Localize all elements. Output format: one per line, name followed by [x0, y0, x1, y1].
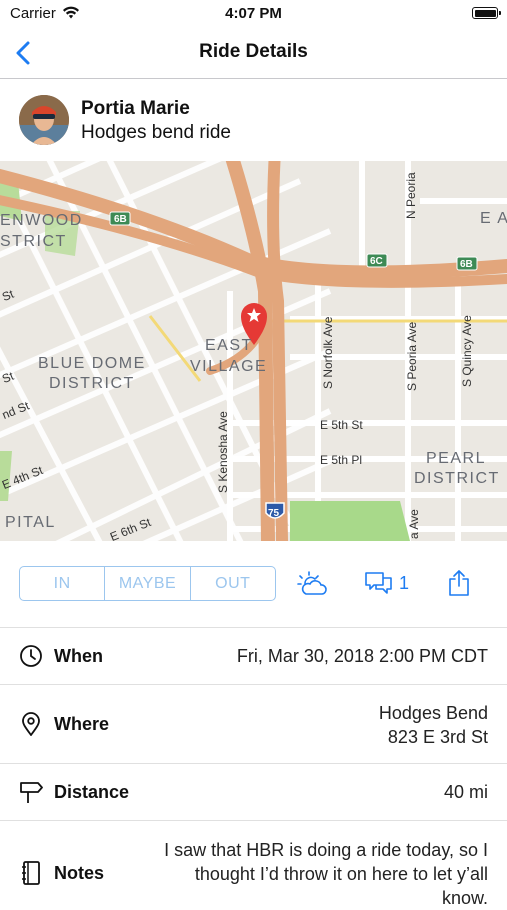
map-label-street: S Kenosha Ave: [216, 411, 230, 493]
avatar[interactable]: [19, 95, 69, 145]
where-address: 823 E 3rd St: [387, 727, 488, 747]
map-view[interactable]: 6B 6C 6B 75 ENWOOD STRICT BLUE DOME DIST…: [0, 161, 507, 541]
where-value: Hodges Bend 823 E 3rd St: [379, 701, 488, 749]
distance-label: Distance: [54, 782, 130, 802]
notebook-icon: [22, 861, 40, 885]
rsvp-out-button[interactable]: OUT: [191, 567, 275, 600]
rsvp-segmented-control: IN MAYBE OUT: [19, 566, 276, 601]
rsvp-in-button[interactable]: IN: [20, 567, 106, 600]
comments-count: 1: [399, 572, 410, 593]
distance-value: 40 mi: [443, 782, 488, 802]
where-label: Where: [54, 714, 110, 734]
map-label-street: E 5th Pl: [320, 453, 363, 467]
signpost-icon: [20, 782, 43, 803]
when-value: Fri, Mar 30, 2018 2:00 PM CDT: [236, 646, 488, 666]
map-label-street: a Ave: [407, 509, 421, 539]
map-label-street: S Quincy Ave: [460, 315, 474, 387]
map-label-district: ENWOOD: [0, 212, 83, 229]
notes-line: thought I’d throw it on here to let y’al…: [194, 864, 488, 884]
svg-text:75: 75: [268, 508, 280, 519]
map-label-district: STRICT: [0, 233, 67, 250]
map-label-street: N Peoria: [404, 172, 418, 219]
notes-line: I saw that HBR is doing a ride today, so…: [164, 840, 488, 860]
rsvp-maybe-button[interactable]: MAYBE: [105, 567, 191, 600]
svg-text:6C: 6C: [370, 256, 383, 267]
when-label: When: [54, 646, 103, 666]
page-title: Ride Details: [199, 41, 308, 62]
map-label-district: E A: [480, 210, 507, 227]
navigation-bar: Ride Details: [0, 28, 507, 79]
shield-6b-west: 6B: [114, 214, 127, 225]
map-label-district: DISTRICT: [49, 375, 135, 392]
location-pin-icon: [22, 712, 40, 736]
clock-icon: [20, 645, 42, 667]
comments-button[interactable]: 1: [365, 568, 409, 598]
weather-icon[interactable]: [296, 570, 328, 598]
map-label-district: PITAL: [5, 514, 56, 531]
map-label-street: S Peoria Ave: [405, 321, 419, 391]
notes-label: Notes: [54, 863, 105, 883]
map-label-district: VILLAGE: [190, 358, 268, 375]
status-time: 4:07 PM: [225, 5, 282, 22]
battery-icon: [472, 7, 501, 19]
action-bar: IN MAYBE OUT 1: [0, 541, 507, 628]
map-label-street: E 5th St: [320, 418, 363, 432]
map-label-district: DISTRICT: [414, 470, 500, 487]
when-row: When Fri, Mar 30, 2018 2:00 PM CDT: [0, 627, 507, 685]
share-icon[interactable]: [447, 569, 471, 597]
notes-line: know.: [441, 888, 488, 908]
ride-name: Hodges bend ride: [81, 122, 231, 143]
map-label-district: PEARL: [426, 450, 486, 467]
map-label-street: S Norfolk Ave: [321, 316, 335, 389]
notes-value: I saw that HBR is doing a ride today, so…: [164, 838, 488, 910]
map-label-district: BLUE DOME: [38, 355, 146, 372]
map-label-district: EAST: [205, 337, 253, 354]
ride-header: Portia Marie Hodges bend ride: [0, 79, 507, 161]
rider-name: Portia Marie: [81, 98, 190, 119]
where-place: Hodges Bend: [378, 703, 488, 723]
status-bar: Carrier 4:07 PM: [0, 0, 507, 28]
svg-text:6B: 6B: [460, 259, 473, 270]
where-row[interactable]: Where Hodges Bend 823 E 3rd St: [0, 685, 507, 764]
notes-row: Notes I saw that HBR is doing a ride tod…: [0, 821, 507, 908]
comments-icon: [365, 572, 392, 594]
distance-row: Distance 40 mi: [0, 764, 507, 821]
